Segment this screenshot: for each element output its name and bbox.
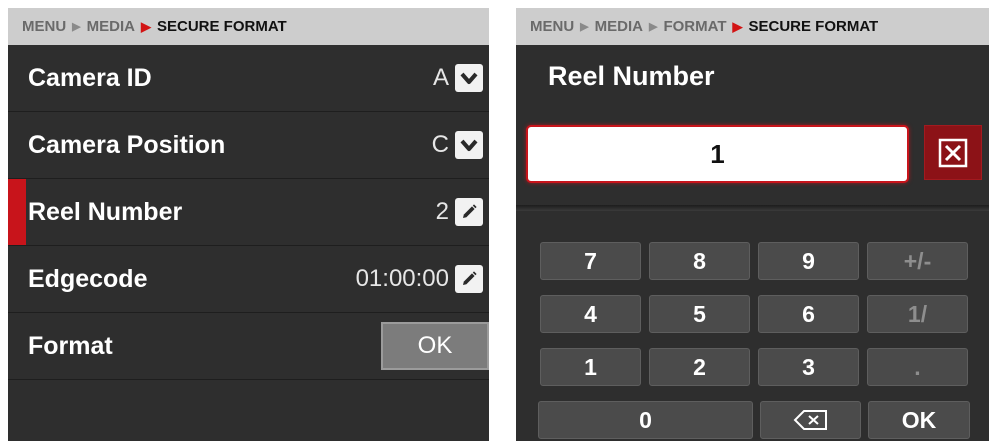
backspace-icon xyxy=(793,410,827,430)
row-value: 01:00:00 xyxy=(355,265,449,292)
key-3[interactable]: 3 xyxy=(758,348,859,386)
key-fraction[interactable]: 1/ xyxy=(867,295,968,333)
row-label: Reel Number xyxy=(28,197,183,226)
row-label: Camera ID xyxy=(28,63,152,92)
reel-number-keypad-panel: MENU ▶ MEDIA ▶ FORMAT ▶ SECURE FORMAT Re… xyxy=(516,8,989,441)
key-2[interactable]: 2 xyxy=(649,348,750,386)
breadcrumb-separator-icon: ▶ xyxy=(140,18,151,34)
menu-row-camera-id[interactable]: Camera ID A xyxy=(8,45,489,112)
row-value: 2 xyxy=(435,198,449,225)
keypad-ok-button[interactable]: OK xyxy=(868,401,970,439)
menu-row-edgecode[interactable]: Edgecode 01:00:00 xyxy=(8,246,489,313)
row-label: Format xyxy=(28,331,113,360)
key-0[interactable]: 0 xyxy=(538,401,753,439)
key-5[interactable]: 5 xyxy=(649,295,750,333)
breadcrumb-item-menu[interactable]: MENU xyxy=(22,18,66,35)
pencil-icon[interactable] xyxy=(455,265,483,293)
breadcrumb-current: SECURE FORMAT xyxy=(156,18,287,35)
selection-marker xyxy=(8,179,26,245)
menu-row-camera-position[interactable]: Camera Position C xyxy=(8,112,489,179)
row-value: C xyxy=(431,131,449,158)
key-7[interactable]: 7 xyxy=(540,242,641,280)
key-decimal[interactable]: . xyxy=(867,348,968,386)
key-6[interactable]: 6 xyxy=(758,295,859,333)
row-label: Camera Position xyxy=(28,130,226,159)
backspace-button[interactable] xyxy=(760,401,861,439)
key-plus-minus[interactable]: +/- xyxy=(867,242,968,280)
pencil-icon[interactable] xyxy=(455,198,483,226)
format-ok-button[interactable]: OK xyxy=(381,322,489,370)
key-4[interactable]: 4 xyxy=(540,295,641,333)
numeric-keypad: 7 8 9 +/- 4 5 6 1/ 1 2 3 . 0 OK xyxy=(516,8,989,441)
row-value: A xyxy=(432,64,449,91)
menu-row-reel-number[interactable]: Reel Number 2 xyxy=(8,179,489,246)
chevron-down-icon[interactable] xyxy=(455,131,483,159)
key-8[interactable]: 8 xyxy=(649,242,750,280)
key-1[interactable]: 1 xyxy=(540,348,641,386)
secure-format-menu-panel: MENU ▶ MEDIA ▶ SECURE FORMAT Camera ID A… xyxy=(8,8,489,441)
key-9[interactable]: 9 xyxy=(758,242,859,280)
row-label: Edgecode xyxy=(28,264,148,293)
breadcrumb-separator-icon: ▶ xyxy=(72,21,81,33)
breadcrumb-item-media[interactable]: MEDIA xyxy=(87,18,135,35)
breadcrumb: MENU ▶ MEDIA ▶ SECURE FORMAT xyxy=(8,8,489,45)
menu-row-format: Format OK xyxy=(8,313,489,380)
chevron-down-icon[interactable] xyxy=(455,64,483,92)
